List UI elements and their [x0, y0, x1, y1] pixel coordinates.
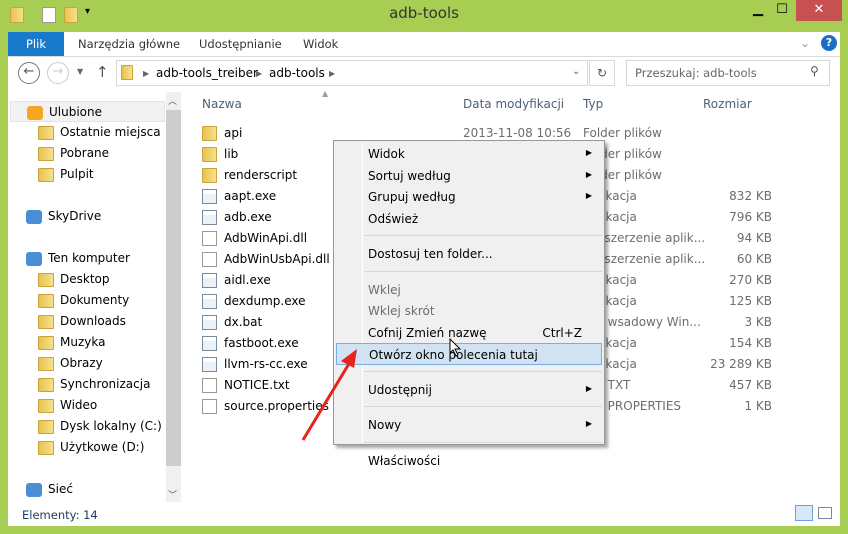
details-view-icon[interactable] — [795, 505, 813, 521]
annotation-arrow — [301, 349, 357, 441]
mouse-cursor-icon — [449, 338, 462, 357]
large-icons-view-icon[interactable] — [818, 507, 832, 519]
status-item-count: Elementy: 14 — [22, 508, 98, 522]
